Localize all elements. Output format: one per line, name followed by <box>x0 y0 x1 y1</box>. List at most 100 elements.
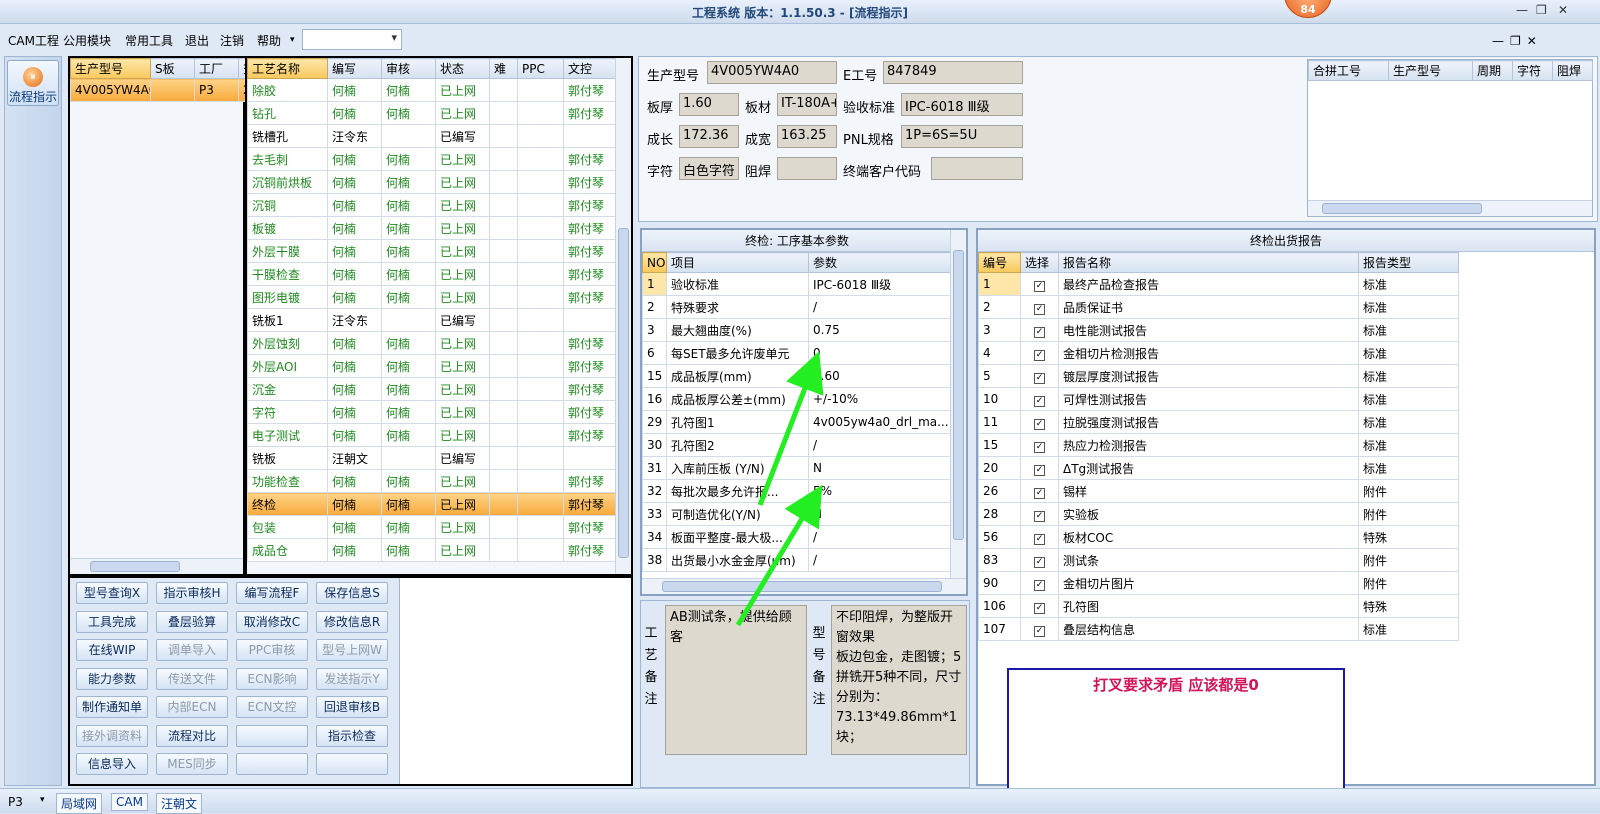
action-button[interactable]: 信息导入 <box>76 753 148 775</box>
col-header[interactable]: 审核 <box>381 58 436 79</box>
table-row[interactable]: 2 ✓ 品质保证书 标准 <box>978 295 1459 319</box>
report-checkbox[interactable]: ✓ <box>1034 303 1045 315</box>
report-checkbox[interactable]: ✓ <box>1034 556 1045 568</box>
col-header[interactable]: 合拼工号 <box>1308 60 1389 81</box>
menu-help[interactable]: 帮助 <box>257 32 281 49</box>
action-button[interactable]: 能力参数 <box>76 667 148 690</box>
report-checkbox[interactable]: ✓ <box>1034 280 1045 292</box>
table-row[interactable]: 电子测试 何楠 何楠 已上网 郭付琴 <box>247 423 616 447</box>
tab-lan[interactable]: 局域网 <box>56 793 103 814</box>
table-row[interactable]: 15 成品板厚(mm) 1.60 <box>642 364 953 388</box>
menu-cam[interactable]: CAM工程 <box>8 32 59 49</box>
table-row[interactable]: 34 板面平整度-最大极... / <box>642 525 953 549</box>
table-row[interactable]: 31 入库前压板 (Y/N) N <box>642 456 953 480</box>
table-row[interactable]: 去毛刺 何楠 何楠 已上网 郭付琴 <box>247 147 616 171</box>
action-button[interactable]: 型号上网W <box>316 639 388 661</box>
table-row[interactable]: 1 ✓ 最终产品检查报告 标准 <box>978 272 1459 296</box>
col-header[interactable]: 生产型号 <box>1388 60 1473 81</box>
table-row[interactable]: 90 ✓ 金相切片图片 附件 <box>978 571 1459 595</box>
table-row[interactable]: 2 特殊要求 / <box>642 295 953 319</box>
action-button[interactable]: 指示检查 <box>316 724 388 747</box>
table-row[interactable]: 11 ✓ 拉脱强度测试报告 标准 <box>978 410 1459 434</box>
table-row[interactable]: 字符 何楠 何楠 已上网 郭付琴 <box>247 400 616 424</box>
table-row[interactable]: 板镀 何楠 何楠 已上网 郭付琴 <box>247 216 616 240</box>
report-checkbox[interactable]: ✓ <box>1034 533 1045 545</box>
table-row[interactable]: 图形电镀 何楠 何楠 已上网 郭付琴 <box>247 285 616 309</box>
action-button[interactable]: 编写流程F <box>236 582 308 604</box>
process-note-field[interactable]: AB测试条，提供给顾客 <box>665 605 807 755</box>
report-checkbox[interactable]: ✓ <box>1034 487 1045 499</box>
report-checkbox[interactable]: ✓ <box>1034 510 1045 522</box>
col-header[interactable]: 选择 <box>1020 252 1059 273</box>
col-header[interactable]: 工艺名称 <box>247 58 328 79</box>
col-header[interactable]: 阻焊 <box>1552 60 1593 81</box>
table-row[interactable]: 除胶 何楠 何楠 已上网 郭付琴 <box>247 78 616 102</box>
col-header[interactable]: 编写 <box>327 58 382 79</box>
minimize-icon[interactable]: — <box>1516 3 1528 17</box>
action-button[interactable]: 调单导入 <box>156 639 228 661</box>
table-row[interactable]: 铣槽孔 汪令东 已编写 <box>247 124 616 148</box>
standard-field[interactable]: IPC-6018 Ⅲ级 <box>901 93 1023 116</box>
length-field[interactable]: 172.36 <box>679 125 739 148</box>
eng-no-field[interactable]: 847849 <box>883 61 1023 84</box>
flow-indicator-button[interactable]: ⏸ 流程指示 <box>7 60 59 106</box>
action-button[interactable]: 指示审核H <box>156 582 228 604</box>
action-button[interactable]: ECN影响 <box>236 667 308 690</box>
customer-field[interactable] <box>931 157 1023 180</box>
model-note-field[interactable]: 不印阻焊，为整版开窗效果 板边包金，走图镀；5拼铣开5种不同，尺寸分别为：73.… <box>831 605 967 755</box>
table-row[interactable]: 铣板1 汪令东 已编写 <box>247 308 616 332</box>
action-button[interactable]: 接外调资料 <box>76 724 148 747</box>
menu-logout[interactable]: 注销 <box>220 32 244 49</box>
table-row[interactable]: 沉金 何楠 何楠 已上网 郭付琴 <box>247 377 616 401</box>
col-header[interactable]: S板 <box>150 58 195 79</box>
table-row[interactable]: 38 出货最小水金金厚(um) / <box>642 548 953 572</box>
chevron-down-icon[interactable]: ▾ <box>40 795 45 805</box>
table-row[interactable]: 5 ✓ 镀层厚度测试报告 标准 <box>978 364 1459 388</box>
table-row[interactable]: 包装 何楠 何楠 已上网 郭付琴 <box>247 515 616 539</box>
horizontal-scrollbar[interactable] <box>1308 200 1592 216</box>
col-header[interactable]: 编号 <box>978 252 1021 273</box>
table-row[interactable]: 3 ✓ 电性能测试报告 标准 <box>978 318 1459 342</box>
action-button[interactable]: 修改信息R <box>316 610 388 633</box>
action-button[interactable]: MES同步 <box>156 753 228 775</box>
col-header[interactable]: 参数 <box>808 252 953 273</box>
table-row[interactable]: 83 ✓ 测试条 附件 <box>978 548 1459 572</box>
table-row[interactable]: 28 ✓ 实验板 附件 <box>978 502 1459 526</box>
action-button[interactable]: 在线WIP <box>76 639 148 661</box>
action-button[interactable]: 保存信息S <box>316 582 388 604</box>
col-header[interactable]: PPC <box>517 58 564 79</box>
report-checkbox[interactable]: ✓ <box>1034 349 1045 361</box>
action-button[interactable]: 型号查询X <box>76 582 148 604</box>
thickness-field[interactable]: 1.60 <box>679 93 739 116</box>
report-checkbox[interactable]: ✓ <box>1034 579 1045 591</box>
report-checkbox[interactable]: ✓ <box>1034 395 1045 407</box>
table-row[interactable]: 外层蚀刻 何楠 何楠 已上网 郭付琴 <box>247 331 616 355</box>
table-row[interactable]: 106 ✓ 孔符图 特殊 <box>978 594 1459 618</box>
action-button[interactable]: 制作通知单 <box>76 696 148 718</box>
table-row[interactable]: 3 最大翘曲度(%) 0.75 <box>642 318 953 342</box>
table-row[interactable]: 6 每SET最多允许废单元 0 <box>642 341 953 365</box>
table-row[interactable]: 56 ✓ 板材COC 特殊 <box>978 525 1459 549</box>
table-row[interactable]: 20 ✓ ΔTg测试报告 标准 <box>978 456 1459 480</box>
table-row[interactable]: 33 可制造优化(Y/N) N <box>642 502 953 526</box>
action-button[interactable]: 传送文件 <box>156 667 228 690</box>
table-row[interactable]: 功能检查 何楠 何楠 已上网 郭付琴 <box>247 469 616 493</box>
action-button[interactable] <box>316 753 388 775</box>
col-header[interactable]: 生产型号 <box>70 58 151 79</box>
action-button[interactable]: 流程对比 <box>156 724 228 747</box>
table-row[interactable]: 沉铜 何楠 何楠 已上网 郭付琴 <box>247 193 616 217</box>
col-header[interactable]: 报告名称 <box>1058 252 1359 273</box>
table-row[interactable]: 4V005YW4A0 P3 2( <box>70 78 251 102</box>
toolbar-combo[interactable] <box>302 29 402 50</box>
col-header[interactable]: 报告类型 <box>1358 252 1459 273</box>
plant-indicator[interactable]: P3 <box>8 795 23 809</box>
report-checkbox[interactable]: ✓ <box>1034 372 1045 384</box>
vertical-scrollbar[interactable] <box>615 58 631 574</box>
table-row[interactable]: 铣板 汪朝文 已编写 <box>247 446 616 470</box>
table-row[interactable]: 16 成品板厚公差±(mm) +/-10% <box>642 387 953 411</box>
mdi-controls[interactable]: —❐✕ <box>1492 34 1543 48</box>
char-field[interactable]: 白色字符 <box>679 157 739 180</box>
action-button[interactable]: 叠层验算 <box>156 610 228 633</box>
col-header[interactable]: NO <box>642 252 667 273</box>
table-row[interactable]: 26 ✓ 锡样 附件 <box>978 479 1459 503</box>
